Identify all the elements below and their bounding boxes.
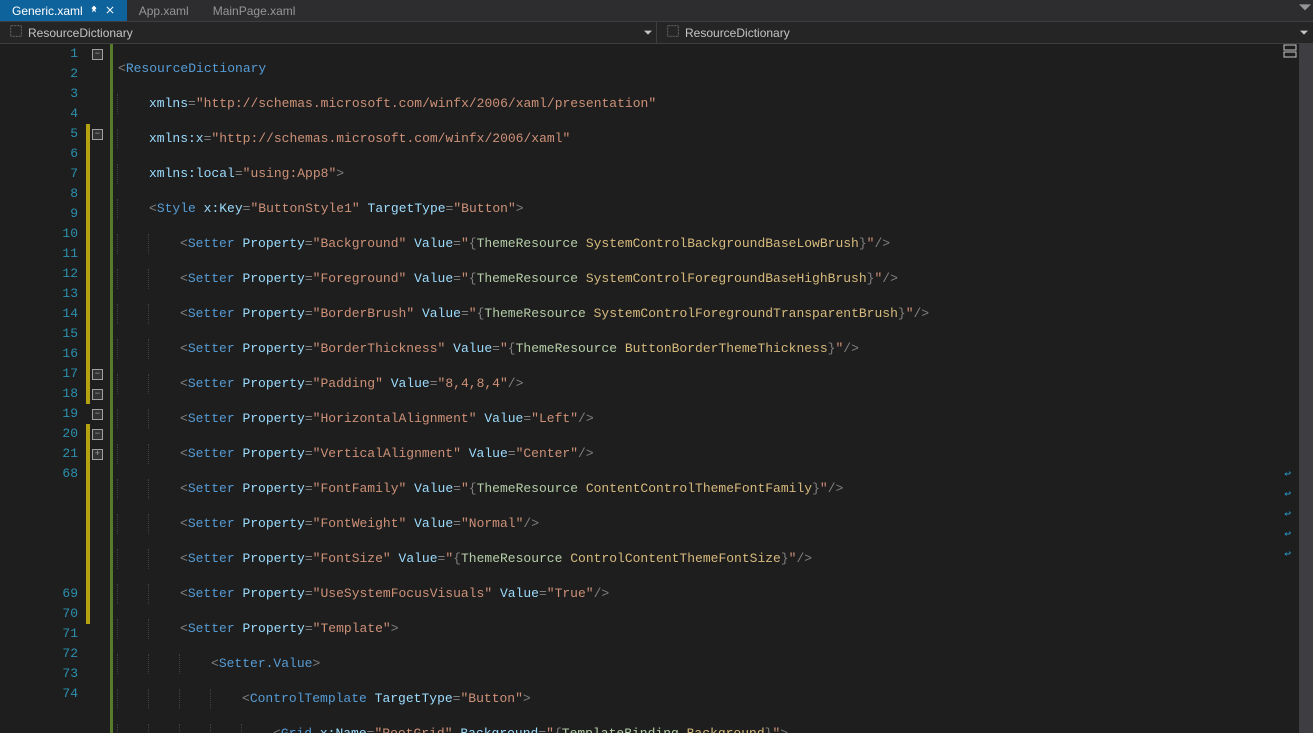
fold-toggle[interactable]: −: [92, 409, 103, 420]
word-wrap-icon: ↩: [1284, 487, 1291, 501]
breadcrumb-label: ResourceDictionary: [685, 26, 790, 40]
breadcrumb-bar: ResourceDictionary ResourceDictionary: [0, 22, 1313, 44]
pin-icon[interactable]: [89, 4, 99, 18]
breadcrumb-left[interactable]: ResourceDictionary: [0, 22, 656, 43]
breadcrumb-label: ResourceDictionary: [28, 26, 133, 40]
tab-overflow-dropdown[interactable]: [1299, 2, 1311, 14]
fold-toggle[interactable]: −: [92, 129, 103, 140]
editor-area: 1 2 3 4 5 6 7 8 9 10 11 12 13 14 15 16 1…: [0, 44, 1313, 733]
tab-label: MainPage.xaml: [213, 4, 296, 18]
fold-toggle[interactable]: −: [92, 389, 103, 400]
chevron-down-icon[interactable]: [1300, 26, 1308, 40]
tab-bar: Generic.xaml App.xaml MainPage.xaml: [0, 0, 1313, 22]
tab-generic-xaml[interactable]: Generic.xaml: [0, 0, 127, 21]
tab-app-xaml[interactable]: App.xaml: [127, 0, 201, 21]
word-wrap-icon: ↩: [1284, 527, 1291, 541]
code-editor[interactable]: <ResourceDictionary xmlns="http://schema…: [114, 44, 1313, 733]
breadcrumb-right[interactable]: ResourceDictionary: [656, 22, 1313, 43]
fold-column: − − − − − − +: [90, 44, 110, 733]
word-wrap-icon: ↩: [1284, 467, 1291, 481]
tab-label: App.xaml: [139, 4, 189, 18]
word-wrap-icon: ↩: [1284, 547, 1291, 561]
tab-label: Generic.xaml: [12, 4, 83, 18]
vertical-scrollbar[interactable]: [1299, 44, 1313, 733]
fold-toggle[interactable]: +: [92, 449, 103, 460]
chevron-down-icon[interactable]: [644, 26, 652, 40]
fold-toggle[interactable]: −: [92, 49, 103, 60]
namespace-icon: [667, 25, 679, 40]
split-editor-icon[interactable]: [1283, 44, 1297, 58]
word-wrap-icon: ↩: [1284, 507, 1291, 521]
fold-toggle[interactable]: −: [92, 429, 103, 440]
line-number-gutter: 1 2 3 4 5 6 7 8 9 10 11 12 13 14 15 16 1…: [0, 44, 90, 733]
namespace-icon: [10, 25, 22, 40]
close-icon[interactable]: [105, 4, 115, 18]
fold-toggle[interactable]: −: [92, 369, 103, 380]
tab-mainpage-xaml[interactable]: MainPage.xaml: [201, 0, 308, 21]
